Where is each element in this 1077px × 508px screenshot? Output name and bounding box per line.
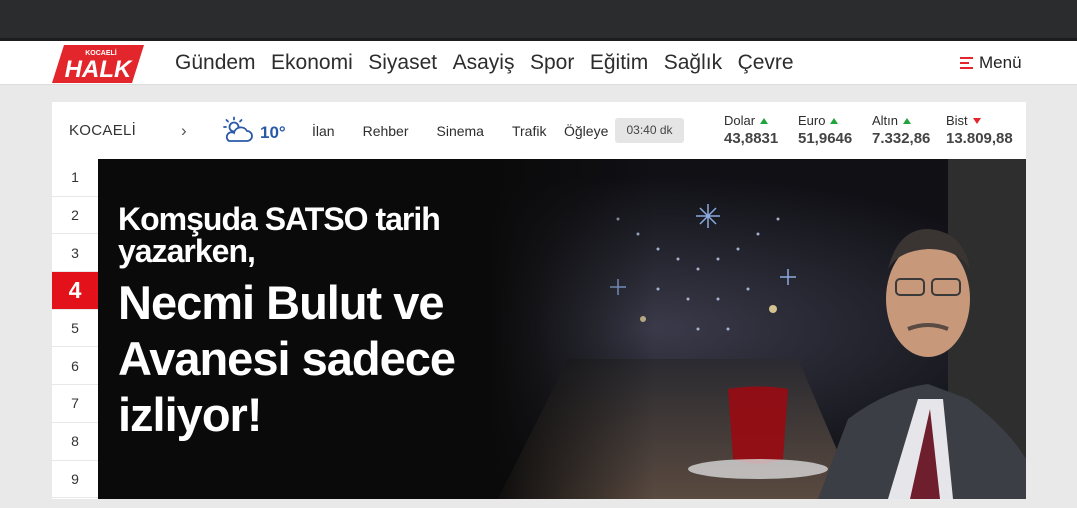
headline-text: Komşuda SATSO tarih yazarken, Necmi Bulu… — [118, 203, 518, 443]
info-bar: KOCAELİ › 10° İlan Rehber Sinema Trafik … — [52, 102, 1026, 159]
main-content: KOCAELİ › 10° İlan Rehber Sinema Trafik … — [52, 102, 1026, 499]
slider-page-2[interactable]: 2 — [52, 197, 98, 235]
currency-name: Bist — [946, 113, 968, 128]
nav-item-gundem[interactable]: Gündem — [175, 51, 256, 75]
trend-up-icon — [903, 117, 912, 124]
currency-value: 13.809,88 — [946, 130, 1013, 147]
city-selector[interactable]: KOCAELİ — [69, 122, 136, 139]
trend-up-icon — [760, 117, 769, 124]
currency-bist: Bist 13.809,88 — [946, 113, 1013, 147]
slider-page-3[interactable]: 3 — [52, 234, 98, 273]
currency-name: Euro — [798, 113, 826, 128]
headline-top-text: Komşuda SATSO tarih yazarken, — [118, 201, 441, 269]
category-nav: Gündem Ekonomi Siyaset Asayiş Spor Eğiti… — [175, 41, 809, 85]
browser-top-bar — [0, 0, 1077, 38]
trend-up-icon — [830, 117, 839, 124]
menu-label: Menü — [979, 53, 1022, 72]
nav-item-siyaset[interactable]: Siyaset — [368, 51, 437, 75]
temperature: 10° — [260, 123, 286, 142]
info-links: İlan Rehber Sinema Trafik — [312, 123, 574, 139]
info-link-sinema[interactable]: Sinema — [437, 123, 484, 139]
nav-item-asayis[interactable]: Asayiş — [453, 51, 515, 75]
currency-euro: Euro 51,9646 — [798, 113, 852, 147]
nav-item-ekonomi[interactable]: Ekonomi — [271, 51, 353, 75]
currency-name: Dolar — [724, 113, 756, 128]
slider-page-8[interactable]: 8 — [52, 423, 98, 461]
slider-page-7[interactable]: 7 — [52, 385, 98, 423]
main-navbar: KOCAELİ HALK Gündem Ekonomi Siyaset Asay… — [0, 41, 1077, 85]
prayer-time-badge: 03:40 dk — [615, 118, 684, 143]
info-link-trafik[interactable]: Trafik — [512, 123, 546, 139]
slider-page-6[interactable]: 6 — [52, 347, 98, 386]
partly-cloudy-icon — [220, 116, 254, 144]
logo-main-text: HALK — [65, 56, 133, 83]
slider-page-9[interactable]: 9 — [52, 461, 98, 499]
currency-altin: Altın 7.332,86 — [872, 113, 930, 147]
nav-item-cevre[interactable]: Çevre — [738, 51, 794, 75]
nav-item-spor[interactable]: Spor — [530, 51, 574, 75]
headline-slide[interactable]: Komşuda SATSO tarih yazarken, Necmi Bulu… — [98, 159, 1026, 499]
slider-page-5[interactable]: 5 — [52, 310, 98, 348]
currency-value: 43,8831 — [724, 130, 779, 147]
slider-page-4[interactable]: 4 — [52, 272, 98, 310]
info-link-rehber[interactable]: Rehber — [363, 123, 409, 139]
trend-down-icon — [972, 117, 981, 124]
slider-pagination: 1 2 3 4 5 6 7 8 9 — [52, 159, 98, 499]
info-link-ilan[interactable]: İlan — [312, 123, 335, 139]
hamburger-icon — [960, 57, 973, 69]
currency-value: 51,9646 — [798, 130, 853, 147]
prayer-label: Öğleye — [564, 123, 609, 139]
headline-main-text: Necmi Bulut ve Avanesi sadece izliyor! — [118, 276, 456, 441]
nav-item-egitim[interactable]: Eğitim — [590, 51, 648, 75]
currency-name: Altın — [872, 113, 899, 128]
slider-page-1[interactable]: 1 — [52, 159, 98, 197]
menu-button[interactable]: Menü — [960, 51, 1022, 75]
currency-dolar: Dolar 43,8831 — [724, 113, 778, 147]
site-logo[interactable]: KOCAELİ HALK — [52, 45, 144, 83]
chevron-right-icon[interactable]: › — [181, 121, 187, 141]
currency-value: 7.332,86 — [872, 130, 931, 147]
nav-item-saglik[interactable]: Sağlık — [664, 51, 722, 75]
